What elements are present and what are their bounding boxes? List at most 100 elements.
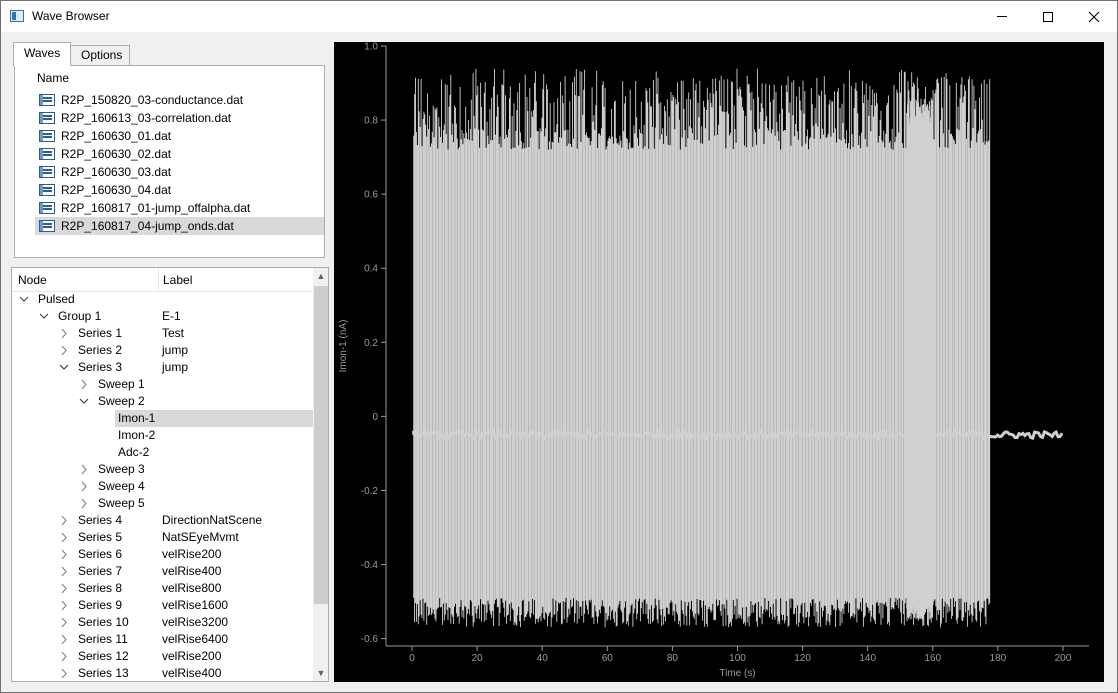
tree-row[interactable]: Pulsed bbox=[12, 291, 313, 308]
node-tree[interactable]: Node Label Pulsed Group 1 E-1 Series 1 Test S… bbox=[11, 267, 329, 682]
wave-file-name: R2P_160630_03.dat bbox=[61, 165, 172, 179]
tree-row[interactable]: Sweep 5 bbox=[12, 495, 313, 512]
tree-row[interactable]: Series 3 jump bbox=[12, 359, 313, 376]
waves-list[interactable]: Name R2P_150820_03-conductance.dat R2P_16… bbox=[14, 65, 325, 258]
chevron-right-icon[interactable] bbox=[58, 665, 70, 681]
node-column-header[interactable]: Node bbox=[18, 273, 47, 287]
tree-row[interactable]: Sweep 4 bbox=[12, 478, 313, 495]
wave-plot[interactable]: 0 20 40 60 80 100 120 140 160 180 200 -0.6 -0.4 -0.2 0… bbox=[334, 42, 1104, 682]
tree-node-label: Series 1 bbox=[78, 326, 123, 340]
chevron-down-icon[interactable] bbox=[38, 308, 50, 325]
wave-file-icon bbox=[39, 166, 55, 178]
app-icon bbox=[10, 10, 24, 22]
minimize-button[interactable] bbox=[979, 1, 1025, 32]
chevron-down-icon[interactable] bbox=[58, 359, 70, 376]
chevron-right-icon[interactable] bbox=[58, 631, 70, 648]
chevron-right-icon[interactable] bbox=[58, 529, 70, 546]
column-divider[interactable] bbox=[158, 268, 159, 292]
wave-file-name: R2P_150820_03-conductance.dat bbox=[61, 93, 244, 107]
tree-scrollbar[interactable]: ▲ ▼ bbox=[313, 268, 328, 681]
y-tick-label: 0.4 bbox=[364, 264, 378, 275]
tree-label-value: velRise200 bbox=[162, 547, 222, 561]
tree-label-value: DirectionNatScene bbox=[162, 513, 263, 527]
tree-row[interactable]: Series 7 velRise400 bbox=[12, 563, 313, 580]
chevron-down-icon[interactable] bbox=[78, 393, 90, 410]
y-axis-label: Imon-1 (nA) bbox=[338, 320, 349, 373]
x-tick-label: 160 bbox=[924, 653, 941, 664]
close-button[interactable] bbox=[1071, 1, 1117, 32]
chevron-right-icon[interactable] bbox=[58, 512, 70, 529]
tree-row[interactable]: Imon-2 bbox=[12, 427, 313, 444]
tree-row[interactable]: Series 5 NatSEyeMvmt bbox=[12, 529, 313, 546]
close-icon bbox=[1088, 11, 1100, 22]
tree-node-label: Series 13 bbox=[78, 666, 129, 680]
chevron-right-icon[interactable] bbox=[58, 342, 70, 359]
chevron-right-icon[interactable] bbox=[78, 495, 90, 512]
chevron-right-icon[interactable] bbox=[58, 597, 70, 614]
tree-row[interactable]: Series 13 velRise400 bbox=[12, 665, 313, 681]
tree-row[interactable]: Series 11 velRise6400 bbox=[12, 631, 313, 648]
tree-node-label: Sweep 4 bbox=[98, 479, 145, 493]
wave-file-name: R2P_160613_03-correlation.dat bbox=[61, 111, 232, 125]
tree-row[interactable]: Series 8 velRise800 bbox=[12, 580, 313, 597]
wave-file-item[interactable]: R2P_160630_03.dat bbox=[35, 163, 324, 181]
tree-row[interactable]: Series 4 DirectionNatScene bbox=[12, 512, 313, 529]
wave-file-item[interactable]: R2P_160630_01.dat bbox=[35, 127, 324, 145]
wave-file-name: R2P_160817_01-jump_offalpha.dat bbox=[61, 201, 251, 215]
tree-row[interactable]: Sweep 1 bbox=[12, 376, 313, 393]
chevron-right-icon[interactable] bbox=[58, 546, 70, 563]
wave-file-item[interactable]: R2P_160630_04.dat bbox=[35, 181, 324, 199]
chevron-down-icon[interactable] bbox=[18, 291, 30, 308]
tree-label-value: NatSEyeMvmt bbox=[162, 530, 239, 544]
chevron-right-icon[interactable] bbox=[78, 478, 90, 495]
wave-file-item[interactable]: R2P_160817_01-jump_offalpha.dat bbox=[35, 199, 324, 217]
waves-column-header[interactable]: Name bbox=[37, 71, 69, 85]
chevron-right-icon[interactable] bbox=[58, 648, 70, 665]
x-tick-label: 80 bbox=[667, 653, 679, 664]
x-tick-label: 140 bbox=[859, 653, 876, 664]
tree-row[interactable]: Adc-2 bbox=[12, 444, 313, 461]
tree-row[interactable]: Series 10 velRise3200 bbox=[12, 614, 313, 631]
wave-file-item[interactable]: R2P_160613_03-correlation.dat bbox=[35, 109, 324, 127]
tree-node-label: Series 8 bbox=[78, 581, 123, 595]
chevron-right-icon[interactable] bbox=[58, 614, 70, 631]
tree-node-label: Series 10 bbox=[78, 615, 129, 629]
chevron-right-icon[interactable] bbox=[78, 376, 90, 393]
scroll-up-icon[interactable]: ▲ bbox=[313, 268, 328, 284]
wave-file-item[interactable]: R2P_160630_02.dat bbox=[35, 145, 324, 163]
tree-node-label: Sweep 1 bbox=[98, 377, 145, 391]
tree-node-label: Series 3 bbox=[78, 360, 123, 374]
tree-label-value: velRise200 bbox=[162, 649, 222, 663]
tree-row[interactable]: Group 1 E-1 bbox=[12, 308, 313, 325]
maximize-button[interactable] bbox=[1025, 1, 1071, 32]
chevron-right-icon[interactable] bbox=[78, 461, 90, 478]
label-column-header[interactable]: Label bbox=[163, 273, 192, 287]
tree-row[interactable]: Series 6 velRise200 bbox=[12, 546, 313, 563]
title-bar[interactable]: Wave Browser bbox=[1, 1, 1117, 32]
scroll-thumb[interactable] bbox=[314, 286, 328, 604]
tree-row[interactable]: Imon-1 bbox=[12, 410, 313, 427]
tree-row[interactable]: Sweep 3 bbox=[12, 461, 313, 478]
spike-trace bbox=[413, 68, 991, 628]
x-tick-label: 40 bbox=[537, 653, 549, 664]
tree-row[interactable]: Series 2 jump bbox=[12, 342, 313, 359]
y-tick-label: 0.6 bbox=[364, 190, 378, 201]
chevron-right-icon[interactable] bbox=[58, 563, 70, 580]
tab-waves[interactable]: Waves bbox=[13, 42, 71, 66]
tree-node-label: Imon-2 bbox=[118, 428, 156, 442]
scroll-down-icon[interactable]: ▼ bbox=[313, 665, 328, 681]
tree-row[interactable]: Series 1 Test bbox=[12, 325, 313, 342]
wave-file-name: R2P_160817_04-jump_onds.dat bbox=[61, 219, 234, 233]
tree-row[interactable]: Sweep 2 bbox=[12, 393, 313, 410]
tab-options[interactable]: Options bbox=[70, 45, 130, 65]
wave-file-item[interactable]: R2P_160817_04-jump_onds.dat bbox=[35, 217, 324, 235]
tree-row[interactable]: Series 12 velRise200 bbox=[12, 648, 313, 665]
tree-node-label: Imon-1 bbox=[118, 410, 156, 427]
chevron-right-icon[interactable] bbox=[58, 325, 70, 342]
wave-file-item[interactable]: R2P_150820_03-conductance.dat bbox=[35, 91, 324, 109]
tree-row[interactable]: Series 9 velRise1600 bbox=[12, 597, 313, 614]
chevron-right-icon[interactable] bbox=[58, 580, 70, 597]
wave-file-name: R2P_160630_04.dat bbox=[61, 183, 172, 197]
tree-label-value: velRise6400 bbox=[162, 632, 229, 646]
tree-node-label: Series 11 bbox=[78, 632, 128, 646]
